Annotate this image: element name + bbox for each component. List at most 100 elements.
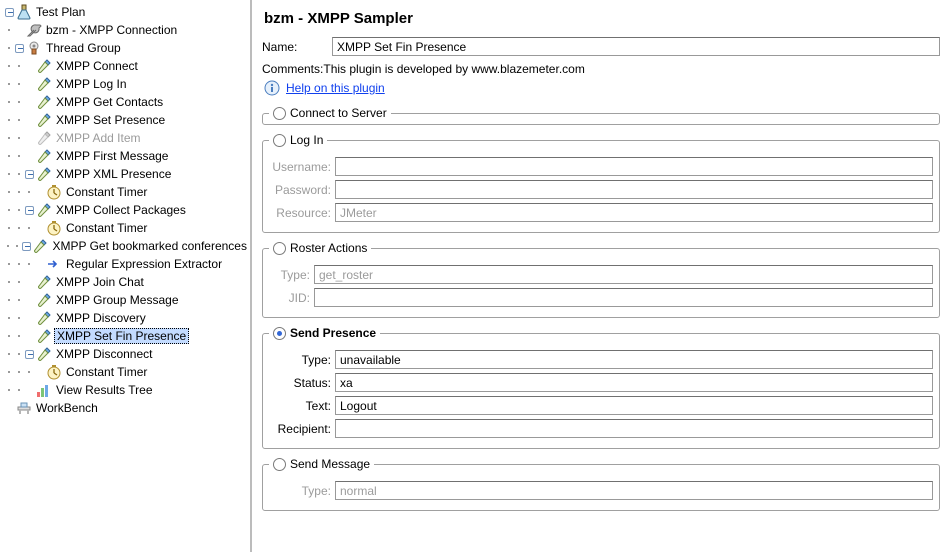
tree-node-set-fin-presence[interactable]: XMPP Set Fin Presence — [4, 327, 250, 345]
tree-label: XMPP Log In — [54, 76, 130, 92]
tree-label: XMPP Add Item — [54, 130, 144, 146]
roster-type-input[interactable] — [314, 265, 933, 284]
legend-text: Send Message — [290, 457, 370, 471]
editor-panel: bzm - XMPP Sampler Name: Comments: This … — [252, 0, 940, 552]
roster-jid-label: JID: — [269, 291, 314, 305]
tree-label: View Results Tree — [54, 382, 156, 398]
tree-label: XMPP Set Presence — [54, 112, 168, 128]
presence-type-label: Type: — [269, 353, 335, 367]
tree-node-add-item[interactable]: XMPP Add Item — [4, 129, 250, 147]
dropper-icon — [36, 202, 52, 218]
tree-node-test-plan[interactable]: Test Plan — [4, 3, 250, 21]
tree-label: XMPP Set Fin Presence — [54, 328, 189, 344]
dropper-icon — [36, 166, 52, 182]
dropper-icon — [36, 76, 52, 92]
tree-node-timer-1[interactable]: Constant Timer — [4, 183, 250, 201]
tree-node-join-chat[interactable]: XMPP Join Chat — [4, 273, 250, 291]
dropper-icon — [36, 130, 52, 146]
tree-node-first-message[interactable]: XMPP First Message — [4, 147, 250, 165]
tree-node-regex[interactable]: Regular Expression Extractor — [4, 255, 250, 273]
tree-panel: Test Plan bzm - XMPP Connection Thread G… — [0, 0, 252, 552]
legend-text: Send Presence — [290, 326, 376, 340]
tree-node-get-bookmarked[interactable]: XMPP Get bookmarked conferences — [4, 237, 250, 255]
spool-icon — [26, 40, 42, 56]
password-label: Password: — [269, 183, 335, 197]
tree-node-xml-presence[interactable]: XMPP XML Presence — [4, 165, 250, 183]
tree-label: Constant Timer — [64, 220, 150, 236]
roster-type-label: Type: — [269, 268, 314, 282]
tree-node-discovery[interactable]: XMPP Discovery — [4, 309, 250, 327]
radio-message[interactable]: Send Message — [273, 457, 370, 471]
tree-label: Constant Timer — [64, 184, 150, 200]
tree-node-connect[interactable]: XMPP Connect — [4, 57, 250, 75]
expand-toggle[interactable] — [24, 201, 34, 219]
presence-recipient-input[interactable] — [335, 419, 933, 438]
presence-status-input[interactable] — [335, 373, 933, 392]
tree-node-xmpp-connection[interactable]: bzm - XMPP Connection — [4, 21, 250, 39]
dropper-icon — [36, 274, 52, 290]
panel-title: bzm - XMPP Sampler — [264, 10, 940, 27]
expand-toggle[interactable] — [22, 237, 31, 255]
group-connect: Connect to Server — [262, 106, 940, 125]
dropper-icon — [36, 148, 52, 164]
presence-status-label: Status: — [269, 376, 335, 390]
password-input[interactable] — [335, 180, 933, 199]
expand-toggle[interactable] — [24, 165, 34, 183]
tree-node-timer-3[interactable]: Constant Timer — [4, 363, 250, 381]
chart-icon — [36, 382, 52, 398]
radio-presence[interactable]: Send Presence — [273, 326, 376, 340]
tree-label: Thread Group — [44, 40, 124, 56]
wrench-icon — [26, 22, 42, 38]
flask-icon — [16, 4, 32, 20]
dropper-icon — [36, 94, 52, 110]
username-input[interactable] — [335, 157, 933, 176]
tree-label: Test Plan — [34, 4, 88, 20]
comments-text: This plugin is developed by www.blazemet… — [323, 62, 584, 76]
presence-type-input[interactable] — [335, 350, 933, 369]
expand-toggle[interactable] — [24, 345, 34, 363]
name-label: Name: — [262, 40, 332, 54]
radio-login[interactable]: Log In — [273, 133, 323, 147]
workbench-icon — [16, 400, 32, 416]
tree-node-timer-2[interactable]: Constant Timer — [4, 219, 250, 237]
tree-label: Regular Expression Extractor — [64, 256, 225, 272]
radio-connect[interactable]: Connect to Server — [273, 106, 387, 120]
legend-text: Log In — [290, 133, 323, 147]
expand-toggle[interactable] — [4, 3, 14, 21]
help-link[interactable]: Help on this plugin — [286, 81, 385, 95]
name-input[interactable] — [332, 37, 940, 56]
tree-label: XMPP Get Contacts — [54, 94, 166, 110]
message-type-label: Type: — [269, 484, 335, 498]
dropper-icon — [36, 292, 52, 308]
tree-node-get-contacts[interactable]: XMPP Get Contacts — [4, 93, 250, 111]
tree-node-login[interactable]: XMPP Log In — [4, 75, 250, 93]
timer-icon — [46, 220, 62, 236]
group-login: Log In Username: Password: Resource: — [262, 133, 940, 233]
message-type-input[interactable] — [335, 481, 933, 500]
tree-node-thread-group[interactable]: Thread Group — [4, 39, 250, 57]
presence-text-input[interactable] — [335, 396, 933, 415]
tree-node-set-presence[interactable]: XMPP Set Presence — [4, 111, 250, 129]
tree-node-disconnect[interactable]: XMPP Disconnect — [4, 345, 250, 363]
comments-label: Comments: — [262, 62, 323, 76]
tree-label: XMPP Join Chat — [54, 274, 147, 290]
tree-node-view-results[interactable]: View Results Tree — [4, 381, 250, 399]
username-label: Username: — [269, 160, 335, 174]
timer-icon — [46, 364, 62, 380]
expand-toggle[interactable] — [14, 39, 24, 57]
tree-label: bzm - XMPP Connection — [44, 22, 180, 38]
presence-recipient-label: Recipient: — [269, 422, 335, 436]
tree-label: WorkBench — [34, 400, 101, 416]
roster-jid-input[interactable] — [314, 288, 933, 307]
tree-label: Constant Timer — [64, 364, 150, 380]
radio-roster[interactable]: Roster Actions — [273, 241, 367, 255]
tree-node-workbench[interactable]: WorkBench — [4, 399, 250, 417]
dropper-icon — [36, 58, 52, 74]
dropper-icon — [36, 346, 52, 362]
tree-label: XMPP Group Message — [54, 292, 182, 308]
tree-node-collect-packages[interactable]: XMPP Collect Packages — [4, 201, 250, 219]
group-message: Send Message Type: — [262, 457, 940, 511]
tree-label: XMPP Disconnect — [54, 346, 156, 362]
tree-node-group-message[interactable]: XMPP Group Message — [4, 291, 250, 309]
resource-input[interactable] — [335, 203, 933, 222]
